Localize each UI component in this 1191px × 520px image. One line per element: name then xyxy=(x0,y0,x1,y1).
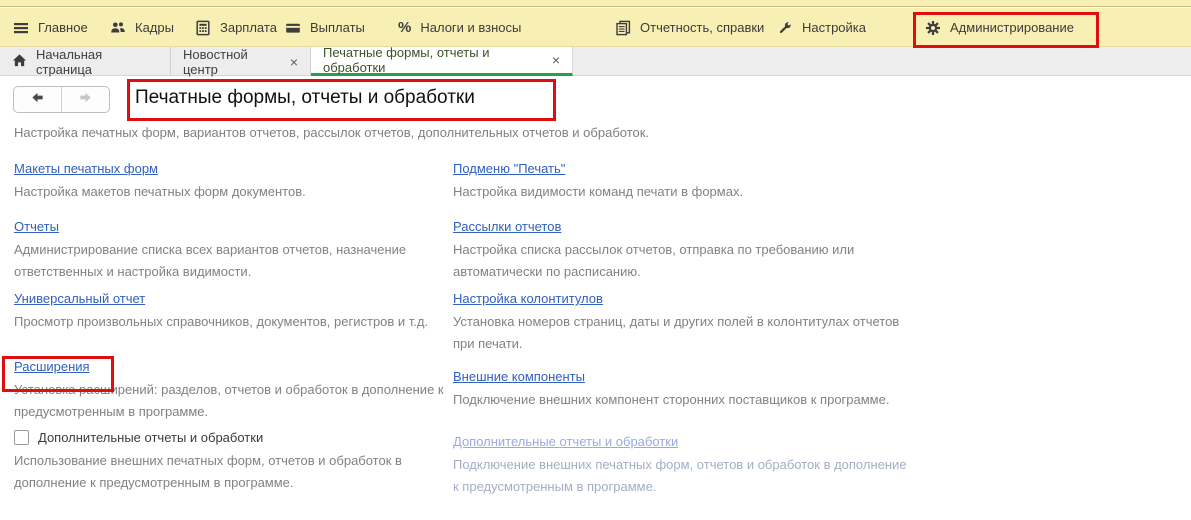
item-description: Просмотр произвольных справочников, доку… xyxy=(14,311,464,333)
menu-label: Администрирование xyxy=(950,20,1074,35)
tab-bar: Начальная страница Новостной центр × Печ… xyxy=(0,47,1191,76)
section-item-additional-reports-disabled: Дополнительные отчеты и обработки Подклю… xyxy=(453,433,915,498)
menu-label: Отчетность, справки xyxy=(640,20,764,35)
link-external-components[interactable]: Внешние компоненты xyxy=(453,369,585,384)
item-description: Установка номеров страниц, даты и других… xyxy=(453,311,915,355)
tab-label: Начальная страница xyxy=(36,47,158,77)
menu-item-hr[interactable]: Кадры xyxy=(110,8,174,47)
tab-news-center[interactable]: Новостной центр × xyxy=(171,47,311,76)
close-icon[interactable]: × xyxy=(552,53,560,67)
menu-item-settings[interactable]: Настройка xyxy=(777,8,866,47)
home-icon xyxy=(12,53,27,71)
back-arrow-icon xyxy=(30,90,45,110)
forward-button[interactable] xyxy=(62,87,109,112)
item-description: Подключение внешних компонент сторонних … xyxy=(453,389,915,411)
section-item-universal-report: Универсальный отчет Просмотр произвольны… xyxy=(14,290,464,333)
section-item-header-footer-settings: Настройка колонтитулов Установка номеров… xyxy=(453,290,915,355)
item-description: Настройка макетов печатных форм документ… xyxy=(14,181,464,203)
link-additional-reports-disabled[interactable]: Дополнительные отчеты и обработки xyxy=(453,434,678,449)
page-title: Печатные формы, отчеты и обработки xyxy=(135,87,475,109)
tab-print-forms[interactable]: Печатные формы, отчеты и обработки × xyxy=(311,47,573,76)
section-item-external-components: Внешние компоненты Подключение внешних к… xyxy=(453,368,915,411)
item-description: Настройка видимости команд печати в форм… xyxy=(453,181,915,203)
link-reports[interactable]: Отчеты xyxy=(14,219,59,234)
link-universal-report[interactable]: Универсальный отчет xyxy=(14,291,145,306)
back-button[interactable] xyxy=(14,87,62,112)
menu-label: Зарплата xyxy=(220,20,277,35)
menu-label: Выплаты xyxy=(310,20,365,35)
percent-icon: % xyxy=(398,19,411,36)
menu-item-payments[interactable]: Выплаты xyxy=(285,8,365,47)
app-window: Главное Кадры Зарплата Выплаты % Налоги … xyxy=(0,0,1191,520)
menu-label: Налоги и взносы xyxy=(420,20,521,35)
close-icon[interactable]: × xyxy=(290,55,298,69)
card-icon xyxy=(285,20,301,36)
menu-label: Настройка xyxy=(802,20,866,35)
gear-icon xyxy=(925,20,941,36)
item-description: Установка расширений: разделов, отчетов … xyxy=(14,379,464,423)
item-description: Использование внешних печатных форм, отч… xyxy=(14,450,464,494)
section-item-print-submenu: Подменю "Печать" Настройка видимости ком… xyxy=(453,160,915,203)
menu-label: Главное xyxy=(38,20,88,35)
people-icon xyxy=(110,20,126,36)
link-report-mailings[interactable]: Рассылки отчетов xyxy=(453,219,561,234)
menu-label: Кадры xyxy=(135,20,174,35)
item-description: Администрирование списка всех вариантов … xyxy=(14,239,464,283)
menu-item-reporting[interactable]: Отчетность, справки xyxy=(615,8,764,47)
item-description: Настройка списка рассылок отчетов, отпра… xyxy=(453,239,915,283)
tab-label: Печатные формы, отчеты и обработки xyxy=(323,45,539,75)
additional-reports-checkbox[interactable] xyxy=(14,430,29,445)
wrench-icon xyxy=(777,20,793,36)
link-print-form-layouts[interactable]: Макеты печатных форм xyxy=(14,161,158,176)
menu-item-main[interactable]: Главное xyxy=(13,8,88,47)
menu-item-salary[interactable]: Зарплата xyxy=(195,8,277,47)
hamburger-icon xyxy=(13,20,29,36)
report-pages-icon xyxy=(615,20,631,36)
forward-arrow-icon xyxy=(78,90,93,110)
section-item-print-form-layouts: Макеты печатных форм Настройка макетов п… xyxy=(14,160,464,203)
checkbox-label[interactable]: Дополнительные отчеты и обработки xyxy=(38,430,263,445)
section-menu-bar: Главное Кадры Зарплата Выплаты % Налоги … xyxy=(0,8,1191,47)
tab-home-page[interactable]: Начальная страница xyxy=(0,47,171,76)
link-print-submenu[interactable]: Подменю "Печать" xyxy=(453,161,565,176)
section-item-report-mailings: Рассылки отчетов Настройка списка рассыл… xyxy=(453,218,915,283)
item-description: Подключение внешних печатных форм, отчет… xyxy=(453,454,915,498)
link-header-footer-settings[interactable]: Настройка колонтитулов xyxy=(453,291,603,306)
section-item-additional-reports-option: Дополнительные отчеты и обработки Исполь… xyxy=(14,430,464,494)
menu-item-administration[interactable]: Администрирование xyxy=(925,8,1074,47)
calculator-icon xyxy=(195,20,211,36)
page-intro: Настройка печатных форм, вариантов отчет… xyxy=(14,125,649,140)
section-item-reports: Отчеты Администрирование списка всех вар… xyxy=(14,218,464,283)
history-nav xyxy=(13,86,110,113)
section-item-extensions: Расширения Установка расширений: раздело… xyxy=(14,358,464,423)
link-extensions[interactable]: Расширения xyxy=(14,359,90,374)
tab-label: Новостной центр xyxy=(183,47,277,77)
menu-item-taxes[interactable]: % Налоги и взносы xyxy=(398,8,521,47)
top-toolbar-remnant xyxy=(0,0,1191,7)
